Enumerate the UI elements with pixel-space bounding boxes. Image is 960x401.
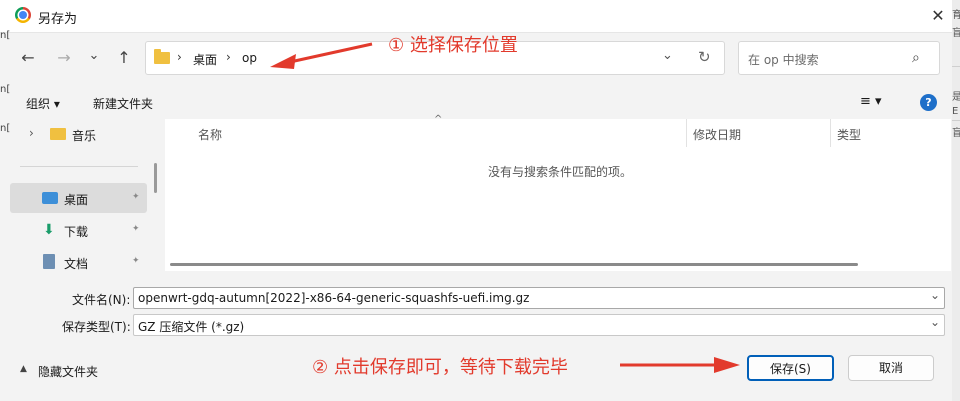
annotation-step-1: ① 选择保存位置 xyxy=(388,35,518,56)
annotation-step-2: ② 点击保存即可，等待下载完毕 xyxy=(312,357,568,378)
annotation-arrowhead-2 xyxy=(714,357,740,373)
annotation-arrow-1 xyxy=(289,42,373,64)
annotation-arrows xyxy=(270,42,740,373)
annotation-arrowhead-1 xyxy=(270,54,296,69)
